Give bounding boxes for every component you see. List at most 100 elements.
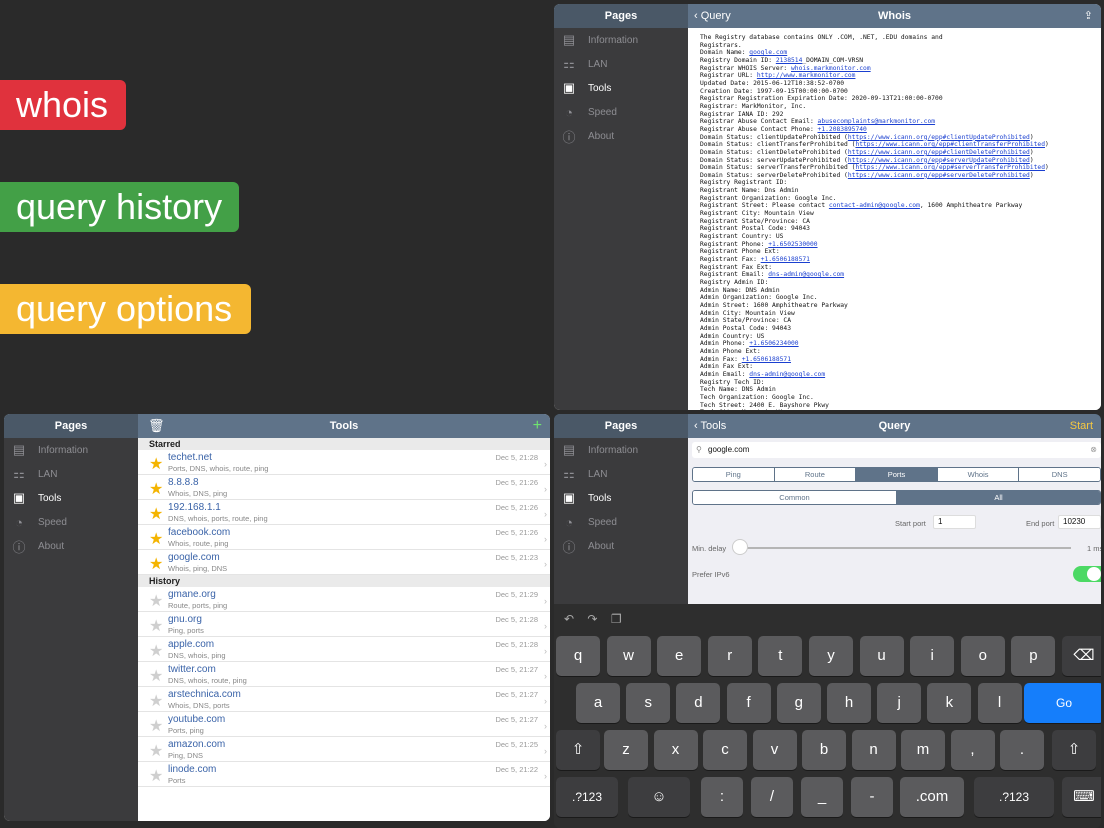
star-icon[interactable]: ★ — [149, 616, 163, 636]
start-button[interactable]: Start — [1070, 414, 1093, 438]
list-item[interactable]: ★ arstechnica.com Whois, DNS, ports Dec 5, … — [138, 687, 550, 712]
key-l[interactable]: l — [977, 683, 1022, 723]
key-f[interactable]: f — [726, 683, 771, 723]
whois-link[interactable]: https://www.icann.org/epp#clientTransfer… — [855, 141, 1045, 148]
sidebar-item-information[interactable]: ▤ Information — [554, 28, 688, 52]
whois-link[interactable]: dns-admin@google.com — [749, 371, 825, 378]
key-o[interactable]: o — [960, 636, 1005, 676]
key-dash[interactable]: - — [851, 777, 893, 817]
sidebar-item-tools[interactable]: ▣ Tools — [554, 76, 688, 100]
whois-link[interactable]: +1.6506188571 — [742, 356, 791, 363]
list-item[interactable]: ★ amazon.com Ping, DNS Dec 5, 21:25 › — [138, 737, 550, 762]
star-icon[interactable]: ★ — [149, 554, 163, 574]
emoji-key[interactable]: ☺ — [628, 777, 690, 817]
list-item[interactable]: ★ facebook.com Whois, route, ping Dec 5, 21… — [138, 525, 550, 550]
sidebar-item-tools[interactable]: ▣ Tools — [554, 486, 688, 510]
sidebar-item-tools[interactable]: ▣ Tools — [4, 486, 138, 510]
star-icon[interactable]: ★ — [149, 591, 163, 611]
whois-link[interactable]: +1.6502530000 — [768, 241, 817, 248]
star-icon[interactable]: ★ — [149, 529, 163, 549]
key-comma[interactable]: , — [950, 730, 995, 770]
star-icon[interactable]: ★ — [149, 454, 163, 474]
key-x[interactable]: x — [653, 730, 698, 770]
mode-common[interactable]: Common — [693, 491, 897, 504]
list-item[interactable]: ★ 8.8.8.8 Whois, DNS, ping Dec 5, 21:26 › — [138, 475, 550, 500]
add-icon[interactable]: + — [533, 414, 542, 438]
whois-link[interactable]: https://www.icann.org/epp#serverTransfer… — [855, 164, 1045, 171]
key-q[interactable]: q — [556, 636, 600, 676]
whois-link[interactable]: https://www.icann.org/epp#serverUpdatePr… — [848, 157, 1030, 164]
star-icon[interactable]: ★ — [149, 766, 163, 786]
key-y[interactable]: y — [809, 636, 853, 676]
star-icon[interactable]: ★ — [149, 691, 163, 711]
key-t[interactable]: t — [758, 636, 803, 676]
key-b[interactable]: b — [802, 730, 846, 770]
key-slash[interactable]: / — [751, 777, 793, 817]
shift-key-right[interactable]: ⇧ — [1052, 730, 1096, 770]
clear-icon[interactable]: ⊗ — [1090, 442, 1097, 458]
key-a[interactable]: a — [576, 683, 620, 723]
whois-link[interactable]: +1.2083895740 — [818, 126, 867, 133]
key-underscore[interactable]: _ — [801, 777, 843, 817]
whois-link[interactable]: http://www.markmonitor.com — [757, 72, 856, 79]
key-period[interactable]: . — [1000, 730, 1044, 770]
key-w[interactable]: w — [606, 636, 651, 676]
host-search-input[interactable]: ⚲ google.com ⊗ — [692, 442, 1101, 458]
key-r[interactable]: r — [707, 636, 752, 676]
key-u[interactable]: u — [859, 636, 904, 676]
sidebar-item-about[interactable]: ⓘ About — [554, 534, 688, 558]
list-item[interactable]: ★ youtube.com Ports, ping Dec 5, 21:27 › — [138, 712, 550, 737]
tab-ports[interactable]: Ports — [856, 468, 938, 481]
tab-ping[interactable]: Ping — [693, 468, 775, 481]
tab-dns[interactable]: DNS — [1019, 468, 1100, 481]
shift-key-left[interactable]: ⇧ — [556, 730, 600, 770]
sidebar-item-lan[interactable]: ⚏ LAN — [554, 462, 688, 486]
list-item[interactable]: ★ techet.net Ports, DNS, whois, route, pin… — [138, 450, 550, 475]
prefer-ipv6-toggle[interactable] — [1073, 566, 1101, 582]
star-icon[interactable]: ★ — [149, 641, 163, 661]
key-colon[interactable]: : — [701, 777, 743, 817]
list-item[interactable]: ★ gnu.org Ping, ports Dec 5, 21:28 › — [138, 612, 550, 637]
go-button[interactable]: Go — [1024, 683, 1101, 723]
key-v[interactable]: v — [752, 730, 797, 770]
key-k[interactable]: k — [927, 683, 972, 723]
hide-keyboard-key[interactable]: ⌨ — [1062, 777, 1101, 817]
list-item[interactable]: ★ google.com Whois, ping, DNS Dec 5, 21:23 › — [138, 550, 550, 575]
key-i[interactable]: i — [910, 636, 955, 676]
sidebar-item-about[interactable]: ⓘ About — [554, 124, 688, 148]
numbers-key-left[interactable]: .?123 — [556, 777, 618, 817]
key-g[interactable]: g — [776, 683, 821, 723]
undo-icon[interactable]: ↶ — [564, 612, 574, 626]
key-c[interactable]: c — [703, 730, 747, 770]
tab-whois[interactable]: Whois — [937, 468, 1020, 481]
star-icon[interactable]: ★ — [149, 504, 163, 524]
key-s[interactable]: s — [626, 683, 671, 723]
numbers-key-right[interactable]: .?123 — [974, 777, 1054, 817]
key-n[interactable]: n — [851, 730, 896, 770]
whois-link[interactable]: whois.markmonitor.com — [791, 65, 871, 72]
sidebar-item-speed[interactable]: ◔ Speed — [554, 100, 688, 124]
sidebar-item-lan[interactable]: ⚏ LAN — [554, 52, 688, 76]
star-icon[interactable]: ★ — [149, 741, 163, 761]
backspace-key[interactable]: ⌫ — [1062, 636, 1101, 676]
end-port-input[interactable]: 10230 — [1058, 515, 1101, 529]
whois-link[interactable]: contact-admin@google.com — [829, 202, 920, 209]
whois-link[interactable]: https://www.icann.org/epp#clientDeletePr… — [848, 149, 1030, 156]
star-icon[interactable]: ★ — [149, 716, 163, 736]
sidebar-item-information[interactable]: ▤ Information — [4, 438, 138, 462]
key-h[interactable]: h — [827, 683, 871, 723]
whois-link[interactable]: dns-admin@google.com — [768, 271, 844, 278]
key-e[interactable]: e — [657, 636, 702, 676]
whois-link[interactable]: 2138514 — [776, 57, 803, 64]
star-icon[interactable]: ★ — [149, 479, 163, 499]
sidebar-item-speed[interactable]: ◔ Speed — [4, 510, 138, 534]
start-port-input[interactable]: 1 — [933, 515, 976, 529]
list-item[interactable]: ★ 192.168.1.1 DNS, whois, ports, route, pi… — [138, 500, 550, 525]
min-delay-slider[interactable] — [736, 547, 1071, 549]
whois-link[interactable]: google.com — [749, 49, 787, 56]
whois-link[interactable]: abusecomplaints@markmonitor.com — [818, 118, 936, 125]
key-m[interactable]: m — [901, 730, 945, 770]
whois-link[interactable]: +1.6506234000 — [749, 340, 798, 347]
sidebar-item-information[interactable]: ▤ Information — [554, 438, 688, 462]
dotcom-key[interactable]: .com — [900, 777, 964, 817]
